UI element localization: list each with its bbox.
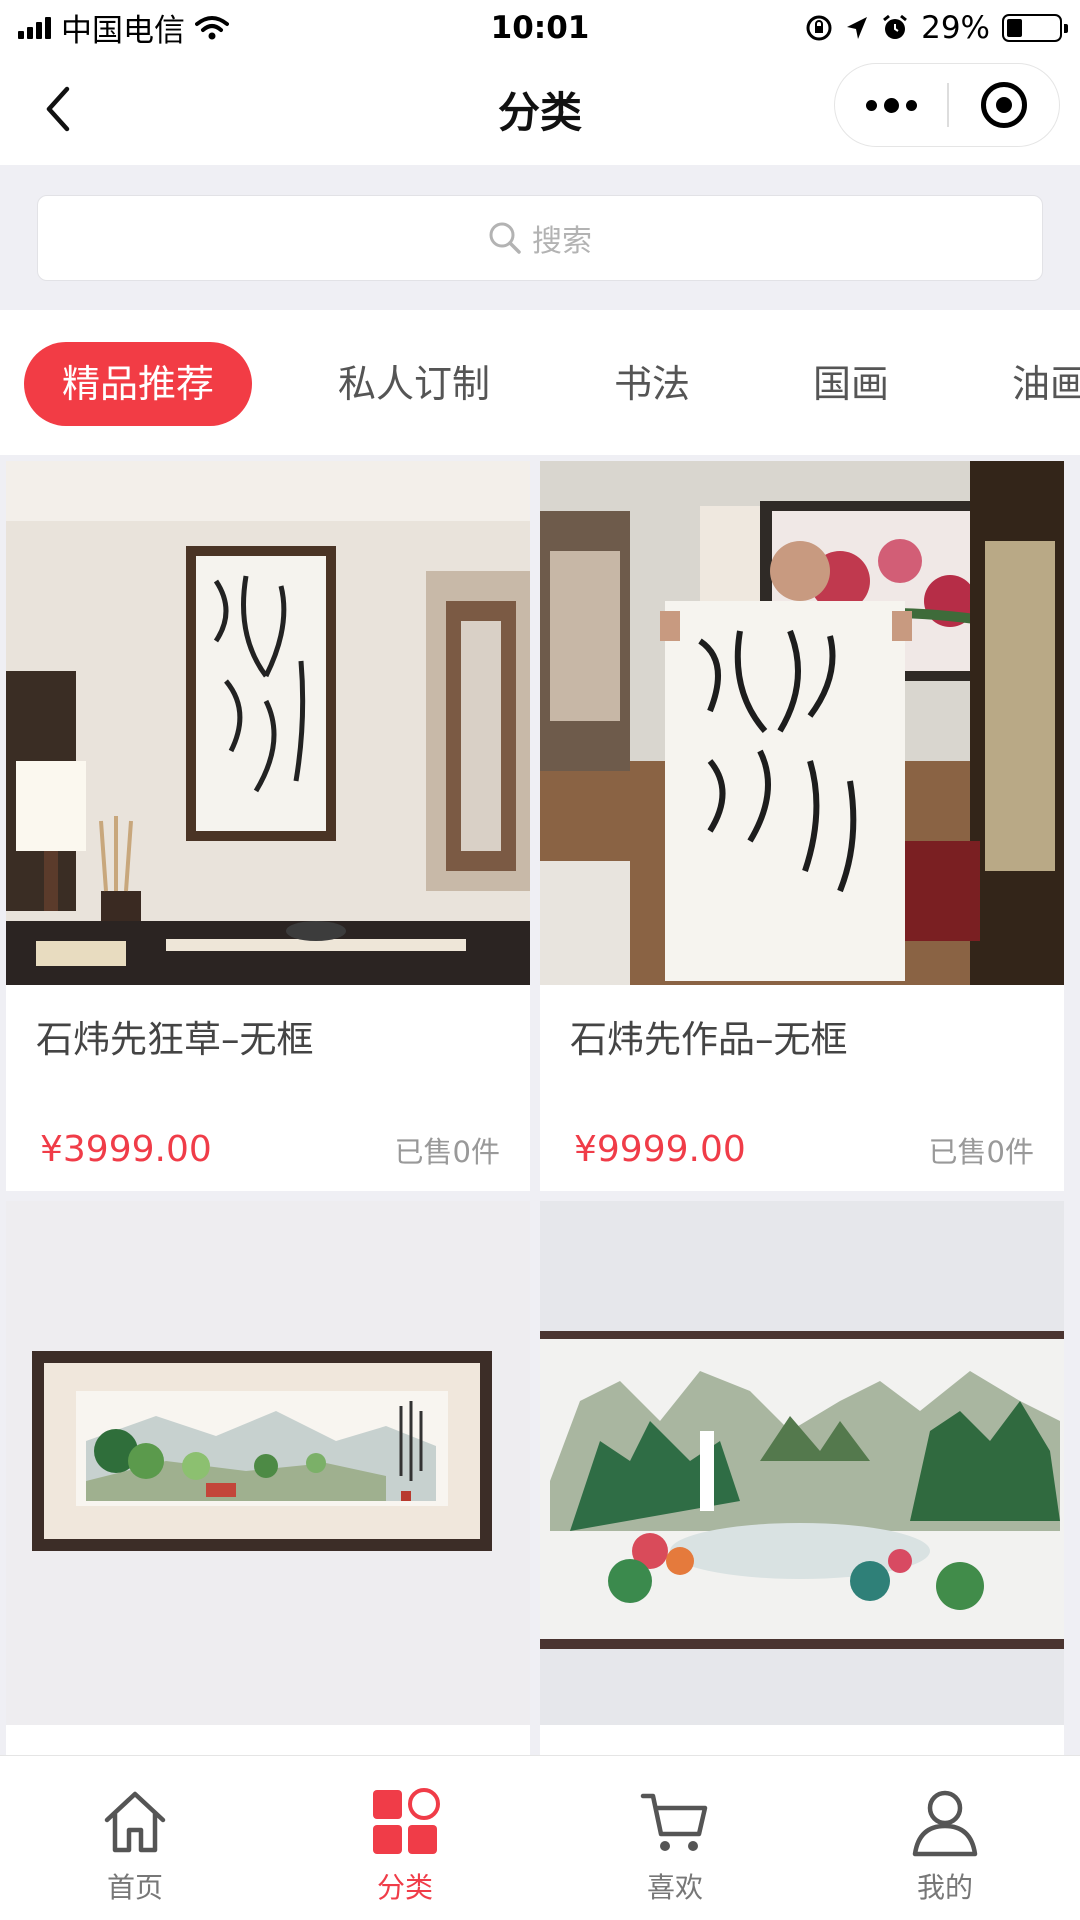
product-card[interactable]: 石炜先作品–无框 ¥9999.00 已售0件 bbox=[540, 461, 1064, 1191]
more-button[interactable] bbox=[835, 64, 947, 146]
nav-bar: 分类 bbox=[0, 55, 1080, 165]
target-icon bbox=[980, 82, 1027, 128]
category-tabs: 精品推荐 私人订制 书法 国画 油画 bbox=[0, 310, 1080, 455]
tabbar-home[interactable]: 首页 bbox=[0, 1756, 270, 1920]
product-sold-count: 已售0件 bbox=[928, 1135, 1034, 1169]
cart-icon bbox=[640, 1793, 708, 1851]
orientation-lock-icon bbox=[806, 15, 832, 40]
location-icon bbox=[847, 16, 868, 39]
product-card[interactable]: 石炜先狂草–无框 ¥3999.00 已售0件 bbox=[6, 461, 530, 1191]
close-miniprogram-button[interactable] bbox=[949, 64, 1060, 146]
tabbar-label: 首页 bbox=[106, 1871, 163, 1904]
more-dot-icon bbox=[905, 99, 917, 111]
status-right: 29% bbox=[805, 9, 1068, 46]
product-image bbox=[6, 1201, 530, 1725]
status-left: 中国电信 bbox=[18, 5, 229, 50]
category-icon bbox=[373, 1788, 440, 1854]
tabbar-label: 喜欢 bbox=[646, 1871, 703, 1904]
more-dot-icon bbox=[883, 97, 899, 113]
user-icon bbox=[912, 1790, 978, 1857]
signal-icon bbox=[18, 16, 51, 39]
alarm-icon bbox=[883, 14, 908, 39]
bottom-tab-bar: 首页 分类 喜欢 我的 bbox=[0, 1755, 1080, 1920]
miniprogram-capsule bbox=[834, 63, 1060, 147]
tab-oil-painting[interactable]: 油画 bbox=[1012, 342, 1080, 426]
wifi-icon bbox=[195, 15, 229, 39]
product-price: ¥3999.00 bbox=[40, 1129, 212, 1170]
tab-chinese-painting[interactable]: 国画 bbox=[813, 342, 889, 426]
more-dot-icon bbox=[865, 99, 877, 111]
search-placeholder: 搜索 bbox=[532, 224, 592, 259]
battery-icon bbox=[1002, 13, 1068, 42]
tabbar-category[interactable]: 分类 bbox=[270, 1756, 540, 1920]
battery-fill bbox=[1007, 18, 1022, 37]
product-image bbox=[540, 461, 1064, 985]
product-sold-count: 已售0件 bbox=[394, 1135, 500, 1169]
tabbar-favorites[interactable]: 喜欢 bbox=[540, 1756, 810, 1920]
product-image bbox=[540, 1201, 1064, 1725]
product-card[interactable] bbox=[6, 1201, 530, 1755]
product-card[interactable] bbox=[540, 1201, 1064, 1755]
tab-featured[interactable]: 精品推荐 bbox=[24, 342, 253, 426]
tabbar-label: 我的 bbox=[916, 1871, 973, 1904]
search-area: 搜索 bbox=[0, 165, 1080, 310]
tabbar-label: 分类 bbox=[376, 1871, 433, 1904]
product-image bbox=[6, 461, 530, 985]
carrier-label: 中国电信 bbox=[61, 13, 185, 49]
search-icon bbox=[489, 222, 521, 254]
search-input[interactable]: 搜索 bbox=[37, 195, 1043, 281]
tabbar-profile[interactable]: 我的 bbox=[810, 1756, 1080, 1920]
product-title: 石炜先作品–无框 bbox=[570, 1018, 848, 1061]
status-bar: 中国电信 10:01 29% bbox=[0, 0, 1080, 55]
home-icon bbox=[104, 1791, 166, 1853]
product-grid: 石炜先狂草–无框 ¥3999.00 已售0件 石炜先作品–无框 ¥9999.00… bbox=[0, 455, 1080, 1755]
battery-percent: 29% bbox=[921, 9, 990, 46]
product-price: ¥9999.00 bbox=[574, 1129, 746, 1170]
tab-custom[interactable]: 私人订制 bbox=[338, 342, 490, 426]
tab-calligraphy[interactable]: 书法 bbox=[614, 342, 690, 426]
product-title: 石炜先狂草–无框 bbox=[36, 1018, 314, 1061]
